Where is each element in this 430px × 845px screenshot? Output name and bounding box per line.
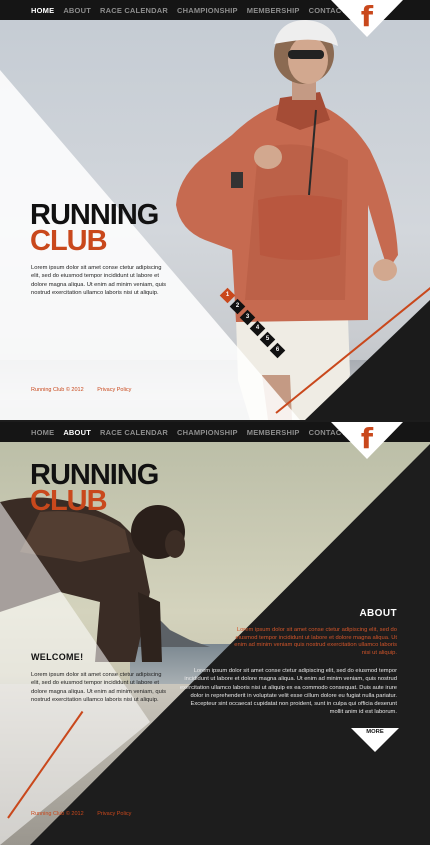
footer: Running Club © 2012 Privacy Policy: [31, 387, 143, 393]
facebook-icon[interactable]: f: [349, 424, 385, 454]
privacy-policy-link[interactable]: Privacy Policy: [97, 811, 131, 817]
nav-item-home[interactable]: HOME: [31, 6, 54, 15]
nav-menu: HOME ABOUT RACE CALENDAR CHAMPIONSHIP MEMBER…: [31, 422, 351, 442]
home-page-panel: HOME ABOUT RACE CALENDAR CHAMPIONSHIP MEMBER…: [0, 0, 430, 420]
nav-item-home[interactable]: HOME: [31, 428, 54, 437]
nav-item-about[interactable]: ABOUT: [63, 6, 91, 15]
footer: Running Club © 2012 Privacy Policy: [31, 811, 143, 817]
about-highlight-text: Lorem ipsum dolor sit amet conse ctetur …: [234, 627, 397, 657]
nav-item-championship[interactable]: CHAMPIONSHIP: [177, 428, 238, 437]
privacy-policy-link[interactable]: Privacy Policy: [97, 387, 131, 393]
about-page-panel: HOME ABOUT RACE CALENDAR CHAMPIONSHIP MEMBER…: [0, 422, 430, 845]
copyright-text: Running Club © 2012: [31, 811, 84, 817]
nav-item-race-calendar[interactable]: RACE CALENDAR: [100, 428, 168, 437]
logo-title-club: CLUB: [30, 225, 108, 257]
about-body-text: Lorem ipsum dolor sit amet conse ctetur …: [179, 668, 397, 716]
logo-title-club: CLUB: [30, 485, 108, 517]
welcome-heading: WELCOME!: [31, 652, 84, 662]
nav-item-race-calendar[interactable]: RACE CALENDAR: [100, 6, 168, 15]
welcome-text: Lorem ipsum dolor sit amet conse ctetur …: [31, 672, 167, 703]
pager-number[interactable]: 6: [272, 345, 283, 356]
pager-number[interactable]: 4: [252, 323, 263, 334]
nav-item-about[interactable]: ABOUT: [63, 428, 91, 437]
facebook-icon[interactable]: f: [349, 2, 385, 32]
pager-number[interactable]: 1: [222, 290, 233, 301]
pager-number[interactable]: 3: [242, 312, 253, 323]
pager-number[interactable]: 2: [232, 301, 243, 312]
nav-item-membership[interactable]: MEMBERSHIP: [247, 428, 300, 437]
more-button-label[interactable]: MORE: [351, 729, 399, 735]
about-heading: ABOUT: [359, 608, 397, 619]
pager-number[interactable]: 5: [262, 334, 273, 345]
copyright-text: Running Club © 2012: [31, 387, 84, 393]
nav-item-championship[interactable]: CHAMPIONSHIP: [177, 6, 238, 15]
nav-menu: HOME ABOUT RACE CALENDAR CHAMPIONSHIP MEMBER…: [31, 0, 351, 20]
nav-item-membership[interactable]: MEMBERSHIP: [247, 6, 300, 15]
hero-text: Lorem ipsum dolor sit amet conse ctetur …: [31, 265, 167, 296]
